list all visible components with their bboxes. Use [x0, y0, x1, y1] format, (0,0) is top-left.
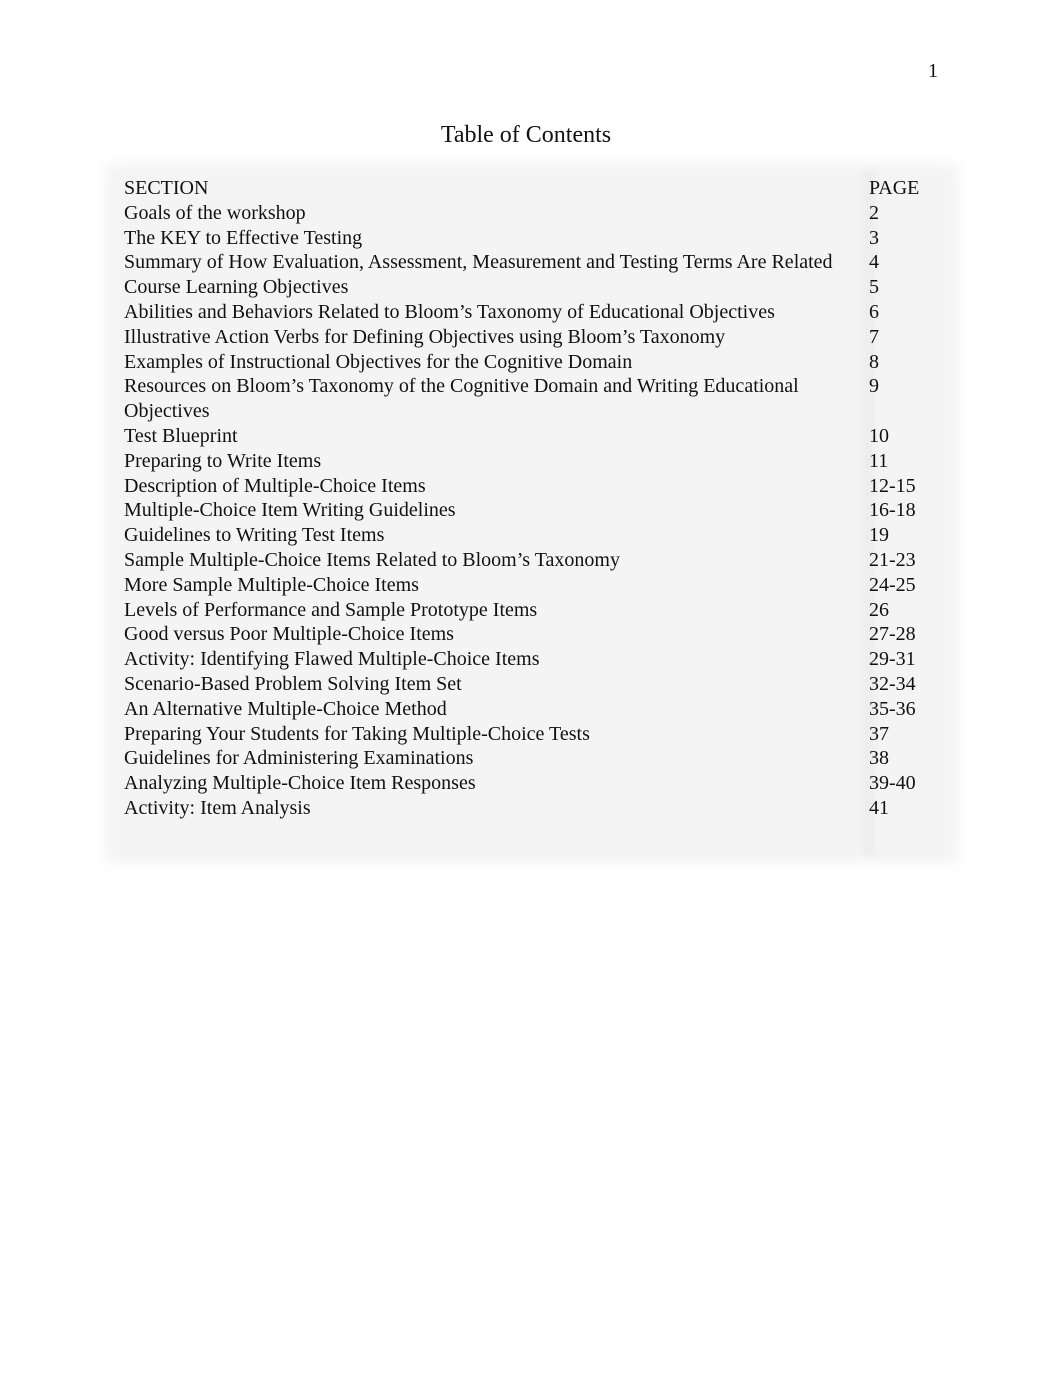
toc-body: Goals of the workshop 2 The KEY to Effecti…: [124, 201, 939, 821]
toc-row: Course Learning Objectives 5: [124, 275, 939, 300]
toc-section-title: More Sample Multiple-Choice Items: [124, 573, 419, 596]
toc-page-number: 3: [869, 226, 879, 249]
toc-page-number: 26: [869, 598, 889, 621]
toc-page-number: 16-18: [869, 499, 916, 522]
toc-section-title: Preparing to Write Items: [124, 449, 322, 472]
page-title: Table of Contents: [440, 122, 612, 148]
toc-section-title: Guidelines for Administering Examination…: [124, 747, 474, 770]
toc-page-number: 21-23: [869, 548, 916, 571]
toc-page-number: 32-34: [869, 672, 916, 695]
toc-section-title: Analyzing Multiple-Choice Item Responses: [124, 772, 476, 795]
toc-section-title: Abilities and Behaviors Related to Bloom…: [124, 300, 775, 323]
toc-row: The KEY to Effective Testing 3: [124, 226, 939, 251]
toc-section-title: Activity: Identifying Flawed Multiple-Ch…: [124, 648, 540, 671]
toc-row: Activity: Identifying Flawed Multiple-Ch…: [124, 647, 939, 672]
toc-section-title: Sample Multiple-Choice Items Related to …: [124, 548, 620, 571]
toc-section-title: Illustrative Action Verbs for Defining O…: [124, 325, 726, 348]
toc-page-number: 24-25: [869, 573, 916, 596]
page-number: 1: [928, 60, 938, 82]
toc-section-title: Test Blueprint: [124, 424, 238, 447]
toc-row: Guidelines to Writing Test Items 19: [124, 523, 939, 548]
toc-page-number: 39-40: [869, 772, 916, 795]
toc-row: Guidelines for Administering Examination…: [124, 746, 939, 771]
toc-row: Preparing Your Students for Taking Multi…: [124, 722, 939, 747]
toc-row: Summary of How Evaluation, Assessment, M…: [124, 250, 939, 275]
toc-page-number: 10: [869, 424, 889, 447]
toc-section-title: Activity: Item Analysis: [124, 796, 311, 819]
toc-page-number: 5: [869, 276, 879, 299]
toc-section-title: Goals of the workshop: [124, 201, 306, 224]
toc-section-title: Levels of Performance and Sample Prototy…: [124, 598, 538, 621]
toc-row: Resources on Bloom’s Taxonomy of the Cog…: [124, 374, 939, 424]
toc-page-number: 41: [869, 796, 889, 819]
toc-section-title: Multiple-Choice Item Writing Guidelines: [124, 499, 456, 522]
toc-page-number: 11: [869, 449, 889, 472]
toc-page-number: 29-31: [869, 648, 916, 671]
toc-page-number: 9: [869, 375, 879, 398]
toc-section-title: Course Learning Objectives: [124, 276, 349, 299]
toc-section-title: An Alternative Multiple-Choice Method: [124, 697, 447, 720]
toc-section-title: Scenario-Based Problem Solving Item Set: [124, 672, 462, 695]
toc-row: Test Blueprint 10: [124, 424, 939, 449]
toc-row: Activity: Item Analysis 41: [124, 796, 939, 821]
toc-row: Levels of Performance and Sample Prototy…: [124, 598, 939, 623]
toc-page-number: 2: [869, 201, 879, 224]
toc-page-number: 8: [869, 350, 879, 373]
toc-row: Preparing to Write Items 11: [124, 449, 939, 474]
toc-table-container: SECTION PAGE Goals of the workshop 2 The K…: [112, 170, 952, 856]
toc-row: Scenario-Based Problem Solving Item Set 3…: [124, 672, 939, 697]
toc-section-title: Guidelines to Writing Test Items: [124, 524, 385, 547]
toc-row: More Sample Multiple-Choice Items 24-25: [124, 573, 939, 598]
toc-table: SECTION PAGE Goals of the workshop 2 The K…: [124, 176, 939, 821]
toc-page-number: 12-15: [869, 474, 916, 497]
section-header: SECTION: [124, 177, 209, 199]
toc-page-number: 6: [869, 300, 879, 323]
toc-row: Good versus Poor Multiple-Choice Items 27…: [124, 622, 939, 647]
page-header: PAGE: [869, 177, 920, 199]
toc-section-title: Preparing Your Students for Taking Multi…: [124, 722, 590, 745]
toc-row: An Alternative Multiple-Choice Method 35-…: [124, 697, 939, 722]
toc-row: Illustrative Action Verbs for Defining O…: [124, 325, 939, 350]
toc-row: Examples of Instructional Objectives for…: [124, 350, 939, 375]
toc-row: Abilities and Behaviors Related to Bloom…: [124, 300, 939, 325]
toc-section-title: The KEY to Effective Testing: [124, 226, 363, 249]
toc-section-title: Good versus Poor Multiple-Choice Items: [124, 623, 454, 646]
toc-page-number: 35-36: [869, 697, 916, 720]
toc-section-title: Resources on Bloom’s Taxonomy of the Cog…: [124, 375, 799, 423]
toc-row: Sample Multiple-Choice Items Related to …: [124, 548, 939, 573]
toc-section-title: Examples of Instructional Objectives for…: [124, 350, 633, 373]
toc-row: Goals of the workshop 2: [124, 201, 939, 226]
toc-page-number: 4: [869, 251, 879, 274]
toc-page-number: 27-28: [869, 623, 916, 646]
toc-page-number: 7: [869, 325, 879, 348]
toc-header-row: SECTION PAGE: [124, 176, 939, 201]
toc-row: Multiple-Choice Item Writing Guidelines 1…: [124, 498, 939, 523]
toc-section-title: Summary of How Evaluation, Assessment, M…: [124, 251, 833, 274]
toc-page-number: 38: [869, 747, 889, 770]
toc-section-title: Description of Multiple-Choice Items: [124, 474, 426, 497]
toc-row: Analyzing Multiple-Choice Item Responses…: [124, 771, 939, 796]
toc-page-number: 19: [869, 524, 889, 547]
toc-row: Description of Multiple-Choice Items 12-1…: [124, 474, 939, 499]
toc-page-number: 37: [869, 722, 889, 745]
